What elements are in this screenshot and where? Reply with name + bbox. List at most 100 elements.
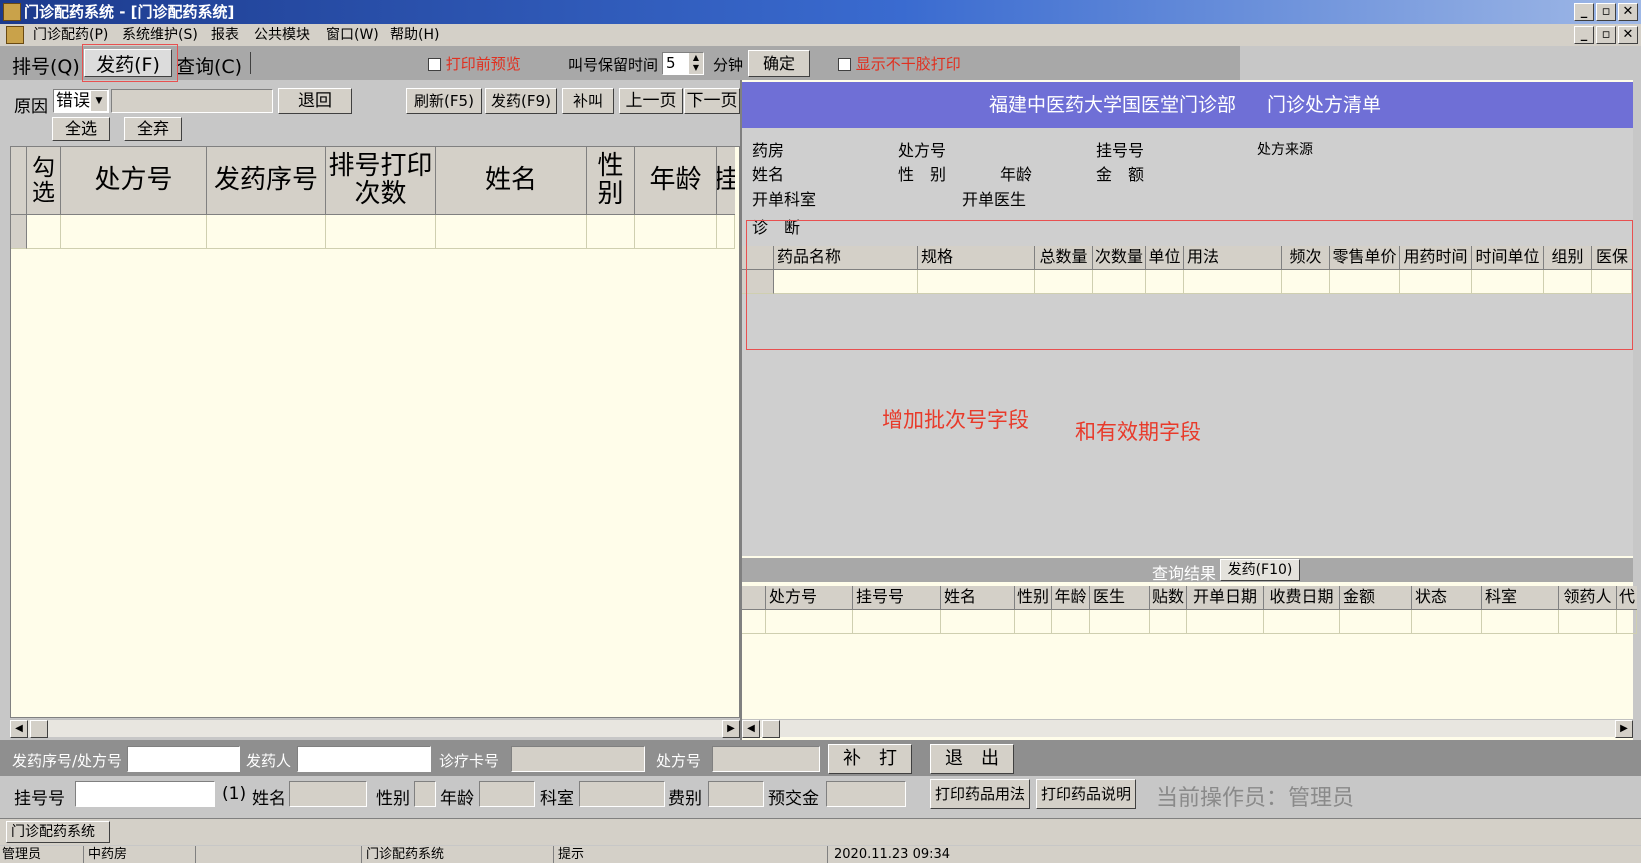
- reason-text-input[interactable]: [111, 89, 273, 113]
- table-row[interactable]: [742, 270, 1632, 294]
- col-insurance[interactable]: 医保: [1592, 246, 1632, 270]
- col-dose-qty[interactable]: 次数量: [1093, 246, 1146, 270]
- col-r-doses[interactable]: 贴数: [1150, 586, 1187, 610]
- scroll-thumb[interactable]: [762, 720, 780, 738]
- col-drug-name[interactable]: 药品名称: [774, 246, 918, 270]
- dispense-f10-button[interactable]: 发药(F10): [1220, 559, 1300, 581]
- right-horizontal-scrollbar[interactable]: ◀ ▶: [742, 719, 1633, 738]
- menu-common[interactable]: 公共模块: [254, 24, 310, 46]
- tab-query[interactable]: 查询(C): [176, 52, 242, 79]
- gender-bottom-input[interactable]: [414, 781, 436, 807]
- col-age[interactable]: 年龄: [635, 147, 717, 215]
- refresh-button[interactable]: 刷新(F5): [406, 88, 482, 114]
- mdi-close-button[interactable]: ✕: [1618, 26, 1638, 44]
- mdi-restore-button[interactable]: ▫: [1596, 26, 1616, 44]
- col-med-time[interactable]: 用药时间: [1400, 246, 1472, 270]
- name-bottom-input[interactable]: [289, 781, 367, 807]
- dept-bottom-input[interactable]: [579, 781, 665, 807]
- show-sticker-print-checkbox[interactable]: [838, 58, 851, 71]
- col-dispense-seq[interactable]: 发药序号: [207, 147, 326, 215]
- col-r-doctor[interactable]: 医生: [1090, 586, 1150, 610]
- minimize-button[interactable]: _: [1574, 3, 1594, 21]
- exit-button[interactable]: 退 出: [930, 744, 1014, 774]
- taskbar-item[interactable]: 门诊配药系统: [6, 821, 110, 843]
- rx-no-bottom-input[interactable]: [712, 746, 820, 772]
- col-reg[interactable]: 挂: [717, 147, 735, 215]
- col-r-rx-no[interactable]: 处方号: [766, 586, 853, 610]
- confirm-button[interactable]: 确定: [748, 50, 810, 77]
- call-keep-spinner[interactable]: 5 ▲ ▼: [662, 52, 704, 75]
- restore-button[interactable]: ▫: [1596, 3, 1616, 21]
- menu-dispense[interactable]: 门诊配药(P): [33, 24, 108, 46]
- tab-queue[interactable]: 排号(Q): [12, 52, 80, 79]
- col-check[interactable]: 勾选: [27, 147, 61, 215]
- col-r-proxy[interactable]: 代: [1617, 586, 1637, 610]
- col-unit[interactable]: 单位: [1146, 246, 1184, 270]
- col-time-unit[interactable]: 时间单位: [1472, 246, 1544, 270]
- col-r-dept[interactable]: 科室: [1482, 586, 1559, 610]
- col-r-age[interactable]: 年龄: [1052, 586, 1090, 610]
- col-gender[interactable]: 性别: [587, 147, 635, 215]
- table-row[interactable]: [742, 610, 1637, 634]
- age-bottom-input[interactable]: [479, 781, 535, 807]
- select-all-button[interactable]: 全选: [52, 117, 110, 141]
- menu-help[interactable]: 帮助(H): [390, 24, 439, 46]
- col-frequency[interactable]: 频次: [1282, 246, 1330, 270]
- col-group[interactable]: 组别: [1544, 246, 1592, 270]
- col-name[interactable]: 姓名: [436, 147, 587, 215]
- menu-report[interactable]: 报表: [211, 24, 239, 46]
- mdi-minimize-button[interactable]: _: [1574, 26, 1594, 44]
- seq-rx-label: 发药序号/处方号: [12, 752, 123, 770]
- col-r-name[interactable]: 姓名: [941, 586, 1015, 610]
- menu-system[interactable]: 系统维护(S): [122, 24, 198, 46]
- mdi-icon: [6, 26, 24, 44]
- col-rx-no[interactable]: 处方号: [61, 147, 207, 215]
- print-desc-button[interactable]: 打印药品说明: [1036, 779, 1136, 809]
- amount-label: 金 额: [1096, 165, 1145, 184]
- col-total-qty[interactable]: 总数量: [1035, 246, 1093, 270]
- next-page-button[interactable]: 下一页: [684, 88, 740, 114]
- prev-page-button[interactable]: 上一页: [619, 88, 683, 114]
- col-r-reg-no[interactable]: 挂号号: [853, 586, 941, 610]
- scroll-left-icon[interactable]: ◀: [10, 720, 28, 738]
- chevron-down-icon[interactable]: ▼: [91, 91, 107, 111]
- left-horizontal-scrollbar[interactable]: ◀ ▶: [10, 719, 740, 738]
- col-spec[interactable]: 规格: [918, 246, 1035, 270]
- print-preview-checkbox[interactable]: [428, 58, 441, 71]
- tab-dispense[interactable]: 发药(F): [84, 49, 172, 77]
- dispenser-input[interactable]: [297, 746, 431, 772]
- scroll-left-icon[interactable]: ◀: [742, 720, 760, 738]
- spinner-arrows-icon[interactable]: ▲ ▼: [689, 53, 703, 74]
- discard-all-button[interactable]: 全弃: [124, 117, 182, 141]
- reason-select[interactable]: 错误 ▼: [53, 89, 109, 113]
- card-no-input[interactable]: [511, 746, 645, 772]
- return-button[interactable]: 退回: [278, 88, 352, 114]
- age-bottom-label: 年龄: [440, 789, 474, 809]
- menu-window[interactable]: 窗口(W): [326, 24, 379, 46]
- reason-label: 原因: [14, 97, 48, 117]
- scroll-thumb[interactable]: [30, 720, 48, 738]
- reg-no-bottom-input[interactable]: [75, 781, 215, 807]
- col-usage[interactable]: 用法: [1184, 246, 1282, 270]
- print-usage-button[interactable]: 打印药品用法: [930, 779, 1030, 809]
- recall-button[interactable]: 补叫: [562, 88, 614, 114]
- print-preview-option[interactable]: 打印前预览: [428, 53, 521, 74]
- close-button[interactable]: ✕: [1618, 3, 1638, 21]
- prepay-input[interactable]: [826, 781, 906, 807]
- col-r-collector[interactable]: 领药人: [1559, 586, 1617, 610]
- col-print-count[interactable]: 排号打印次数: [326, 147, 436, 215]
- col-r-order-date[interactable]: 开单日期: [1187, 586, 1264, 610]
- col-r-gender[interactable]: 性别: [1015, 586, 1052, 610]
- col-r-status[interactable]: 状态: [1412, 586, 1482, 610]
- fee-type-input[interactable]: [708, 781, 764, 807]
- col-r-amount[interactable]: 金额: [1340, 586, 1412, 610]
- reprint-button[interactable]: 补 打: [828, 744, 912, 774]
- col-retail-price[interactable]: 零售单价: [1330, 246, 1400, 270]
- table-row[interactable]: [11, 215, 735, 249]
- seq-rx-input[interactable]: [127, 746, 240, 772]
- scroll-right-icon[interactable]: ▶: [1615, 720, 1633, 738]
- scroll-right-icon[interactable]: ▶: [722, 720, 740, 738]
- dispense-f9-button[interactable]: 发药(F9): [485, 88, 557, 114]
- show-sticker-print-option[interactable]: 显示不干胶打印: [838, 53, 961, 74]
- col-r-charge-date[interactable]: 收费日期: [1264, 586, 1340, 610]
